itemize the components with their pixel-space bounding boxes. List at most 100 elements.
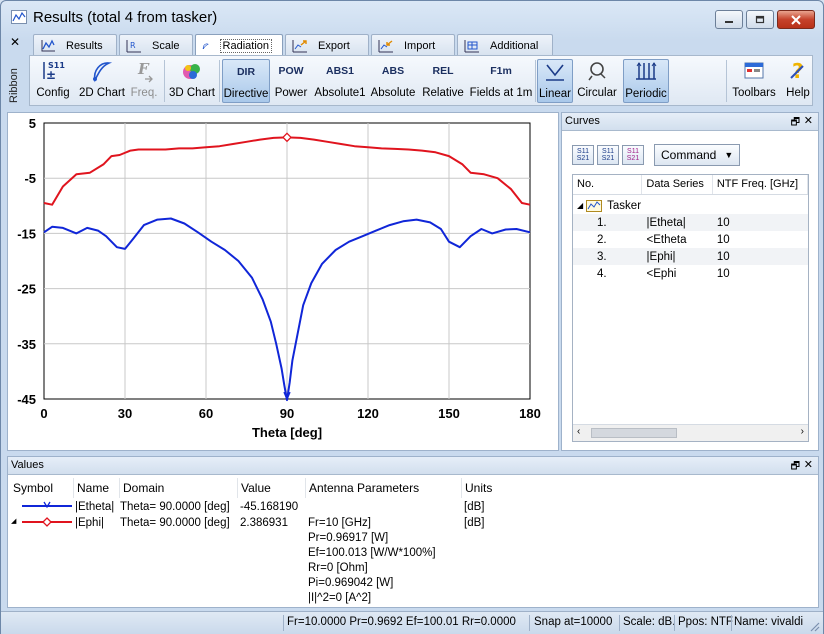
values-col-value[interactable]: Value [238, 478, 306, 498]
status-divider [674, 615, 675, 631]
absolute1-button[interactable]: ABS1 Absolute1 [314, 59, 366, 103]
chart-panel[interactable]: 0 30 60 90 120 150 180 5 -5 -15 -25 -35 -45 Theta [de… [7, 112, 559, 451]
value-row-name: |Etheta| [75, 501, 115, 513]
tab-import[interactable]: Import [371, 34, 455, 56]
x-tick-label: 120 [357, 406, 379, 421]
absolute-label: Absolute [370, 87, 416, 99]
scroll-right-icon[interactable]: › [801, 426, 804, 437]
values-panel-header[interactable]: Values 🗗 ✕ [8, 457, 818, 475]
ephi-symbol-icon [22, 517, 72, 527]
tab-additional[interactable]: Additional [457, 34, 553, 56]
relative-button[interactable]: REL Relative [420, 59, 466, 103]
periodic-icon [634, 60, 658, 84]
svg-text:R: R [130, 41, 136, 50]
antenna-param: Fr=10 [GHz] [308, 517, 371, 529]
close-window-button[interactable] [777, 10, 815, 29]
power-button[interactable]: POW Power [272, 59, 310, 103]
3d-chart-icon [180, 59, 204, 83]
fields-at-1m-button[interactable]: F1m Fields at 1m [469, 59, 533, 103]
linear-button[interactable]: Linear [537, 59, 573, 103]
periodic-button[interactable]: Periodic [623, 59, 669, 103]
svg-text:F: F [137, 60, 150, 78]
values-col-domain[interactable]: Domain [120, 478, 238, 498]
directive-button[interactable]: DIR Directive [222, 59, 270, 103]
close-panel-icon[interactable]: ✕ [804, 458, 813, 471]
column-header-data-series[interactable]: Data Series [642, 175, 713, 194]
expand-triangle-icon[interactable]: ◢ [11, 517, 16, 525]
tab-export[interactable]: Export [285, 34, 369, 56]
curve-row[interactable]: 4. <Ephi 10 [573, 265, 808, 282]
copy-s11-s21-icon[interactable]: S11 S21 [597, 145, 619, 165]
tab-scale[interactable]: R Scale [119, 34, 193, 56]
curves-table-header: No. Data Series NTF Freq. [GHz] [573, 175, 808, 195]
y-tick-label: -35 [17, 337, 36, 352]
values-col-units[interactable]: Units [462, 478, 582, 498]
freq-button[interactable]: F Freq. [128, 59, 160, 103]
circular-button[interactable]: Circular [576, 59, 618, 103]
radiation-chart[interactable]: 0 30 60 90 120 150 180 5 -5 -15 -25 -35 -45 Theta [de… [8, 113, 558, 450]
maximize-icon [755, 15, 765, 24]
horizontal-scrollbar[interactable]: ‹ › [573, 424, 808, 441]
config-button[interactable]: S11 ± Config [34, 59, 72, 103]
x-tick-label: 60 [199, 406, 213, 421]
curve-series: |Etheta| [646, 216, 686, 229]
column-header-ntf-freq[interactable]: NTF Freq. [GHz] [713, 175, 808, 194]
toolbars-button[interactable]: Toolbars [731, 59, 777, 103]
float-panel-icon[interactable]: 🗗 [791, 115, 800, 132]
fields-1m-icon: F1m [490, 65, 512, 77]
command-dropdown[interactable]: Command ▼ [654, 144, 741, 166]
scale-icon: R [126, 39, 141, 52]
circular-icon [586, 59, 608, 83]
curve-series: <Ephi [646, 267, 677, 280]
values-col-antenna-parameters[interactable]: Antenna Parameters [306, 478, 462, 498]
resize-grip-icon[interactable] [808, 620, 820, 632]
y-tick-label: -25 [17, 282, 36, 297]
absolute-icon: ABS [381, 65, 405, 77]
x-tick-label: 180 [519, 406, 541, 421]
curve-row[interactable]: 2. <Etheta 10 [573, 231, 808, 248]
2d-chart-button[interactable]: 2D Chart [78, 59, 126, 103]
float-panel-icon[interactable]: 🗗 [791, 459, 800, 476]
absolute-button[interactable]: ABS Absolute [370, 59, 416, 103]
absolute1-icon: ABS1 [325, 65, 354, 77]
ribbon-close-button[interactable]: ✕ [10, 35, 20, 49]
tree-group-tasker[interactable]: ◢ Tasker [573, 197, 808, 214]
status-divider [529, 615, 530, 631]
tab-label: Export [318, 39, 350, 52]
maximize-button[interactable] [746, 10, 774, 29]
remove-s11-s21-icon[interactable]: S11 S21 [622, 145, 644, 165]
minimize-button[interactable] [715, 10, 743, 29]
toolbar-separator [726, 60, 727, 102]
close-panel-icon[interactable]: ✕ [804, 114, 813, 127]
y-tick-label: -15 [17, 226, 36, 241]
tab-label: Results [66, 39, 103, 52]
ribbon-toolbar: S11 ± Config 2D Chart F Freq. 3D Chart DI… [29, 55, 813, 106]
tab-label: Radiation [219, 38, 272, 53]
values-col-name[interactable]: Name [74, 478, 120, 498]
curves-table: No. Data Series NTF Freq. [GHz] ◢ Tasker… [572, 174, 809, 442]
sort-s11-s21-icon[interactable]: S11 S21 [572, 145, 594, 165]
curve-row[interactable]: 1. |Etheta| 10 [573, 214, 808, 231]
tab-radiation[interactable]: Radiation [195, 34, 283, 56]
help-button[interactable]: ? Help [784, 59, 812, 103]
status-scale: Scale: dB. [623, 616, 676, 628]
curves-panel: Curves 🗗 ✕ S11 S21 S11 S21 S11 S21 Comma… [561, 112, 819, 451]
scroll-left-icon[interactable]: ‹ [577, 426, 580, 437]
scrollbar-thumb[interactable] [591, 428, 677, 438]
antenna-param: Rr=0 [Ohm] [308, 562, 368, 574]
tab-results[interactable]: Results [33, 34, 117, 56]
curves-panel-header[interactable]: Curves 🗗 ✕ [562, 113, 818, 131]
config-icon: S11 ± [40, 59, 66, 83]
help-icon: ? [787, 59, 809, 83]
x-axis-label: Theta [deg] [252, 425, 322, 440]
export-icon [292, 39, 307, 52]
curve-row[interactable]: 3. |Ephi| 10 [573, 248, 808, 265]
values-col-symbol[interactable]: Symbol [10, 478, 74, 498]
column-header-no[interactable]: No. [573, 175, 643, 194]
3d-chart-button[interactable]: 3D Chart [168, 59, 216, 103]
collapse-triangle-icon[interactable]: ◢ [577, 201, 583, 210]
tab-label: Additional [490, 39, 539, 52]
value-row-domain: Theta= 90.0000 [deg] [120, 517, 230, 529]
title-bar[interactable]: Results (total 4 from tasker) [1, 1, 823, 33]
curve-freq: 10 [716, 250, 730, 263]
